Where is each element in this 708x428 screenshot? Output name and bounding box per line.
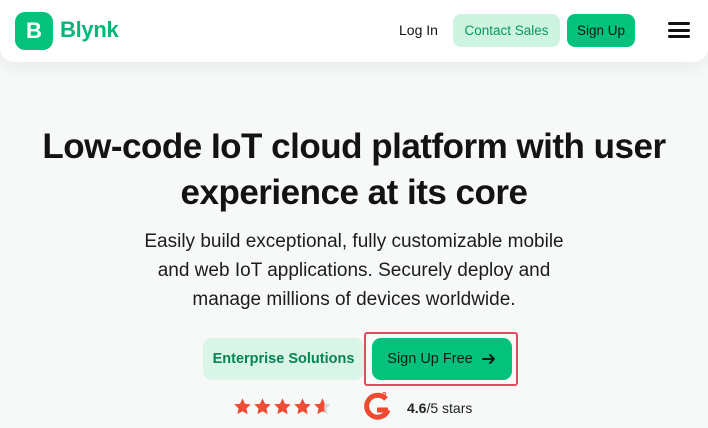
star-icon: [254, 398, 271, 415]
hero-headline: Low-code IoT cloud platform with user ex…: [0, 124, 708, 216]
rating-text: 4.6/5 stars: [407, 400, 472, 416]
description-line-1: Easily build exceptional, fully customiz…: [144, 231, 564, 252]
hamburger-menu-icon[interactable]: [668, 22, 690, 38]
description-line-3: manage millions of devices worldwide.: [192, 289, 516, 310]
star-rating: [233, 397, 332, 417]
hero-description: Easily build exceptional, fully customiz…: [104, 227, 604, 314]
sign-up-free-label: Sign Up Free: [387, 351, 473, 367]
headline-line-2: experience at its core: [180, 173, 528, 212]
g2-logo-icon: 2: [364, 391, 391, 420]
sign-up-free-button[interactable]: Sign Up Free: [372, 338, 512, 380]
description-line-2: and web IoT applications. Securely deplo…: [157, 260, 551, 281]
half-star-icon: [314, 398, 331, 415]
logo-letter: B: [26, 18, 42, 43]
star-icon: [234, 398, 251, 415]
rating-suffix: /5 stars: [426, 400, 473, 416]
contact-sales-button[interactable]: Contact Sales: [453, 14, 560, 47]
brand-name[interactable]: Blynk: [60, 17, 119, 43]
blynk-logo-icon[interactable]: B: [15, 12, 53, 50]
arrow-right-icon: [481, 351, 497, 367]
enterprise-solutions-button[interactable]: Enterprise Solutions: [203, 338, 364, 380]
login-link[interactable]: Log In: [399, 22, 438, 38]
top-navigation-bar: B Blynk Log In Contact Sales Sign Up: [0, 0, 708, 62]
headline-line-1: Low-code IoT cloud platform with user: [42, 127, 666, 166]
star-icon: [274, 398, 291, 415]
sign-up-button[interactable]: Sign Up: [567, 14, 635, 47]
svg-text:2: 2: [382, 391, 387, 400]
rating-value: 4.6: [407, 400, 427, 416]
star-icon: [294, 398, 311, 415]
